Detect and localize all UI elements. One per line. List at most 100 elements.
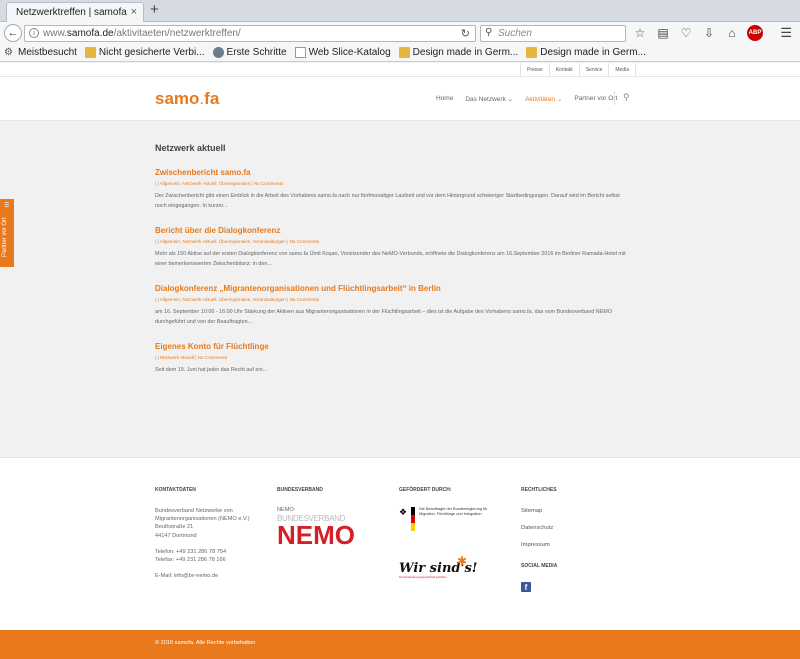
page-icon (294, 47, 306, 58)
post-title[interactable]: Dialogkonferenz „Migrantenorganisationen… (155, 284, 627, 293)
partner-vor-ort-sidetab[interactable]: ☰ Partner vor Ort (0, 199, 14, 267)
address-line: 44147 Dortmund (155, 532, 197, 539)
menu-icon[interactable]: ☰ (780, 25, 792, 41)
footer-rechtliches: RECHTLICHES Sitemap Datenschutz Impressu… (521, 487, 621, 595)
site-logo[interactable]: samo.fa (155, 89, 219, 109)
list-icon: ☰ (4, 203, 10, 209)
toplink-kontakt[interactable]: Kontakt (548, 63, 579, 77)
nav-home[interactable]: Home (436, 95, 453, 103)
bookmark-item[interactable]: Design made in Germ... (526, 47, 646, 58)
pocket-icon[interactable]: ♡ (678, 25, 694, 41)
browser-tab[interactable]: Netzwerktreffen | samofa × (6, 2, 144, 22)
contact-email[interactable]: E-Mail: info@bv-nemo.de (155, 572, 265, 580)
reload-icon[interactable]: ↻ (461, 27, 470, 40)
main-nav: Home Das Netzwerk ⌄ Aktivitäten ⌄ Partne… (436, 95, 617, 103)
bookmark-label: Nicht gesicherte Verbi... (98, 47, 205, 58)
url-prefix: www. (43, 28, 67, 39)
bookmark-item[interactable]: Design made in Germ... (398, 47, 519, 58)
folder-icon (84, 47, 96, 58)
bookmark-label: Web Slice-Katalog (308, 47, 391, 58)
post-item: Zwischenbericht samo.fa | | Allgemein, N… (155, 168, 627, 211)
bookmark-label: Meistbesucht (18, 47, 77, 58)
url-domain: samofa.de (66, 28, 114, 39)
post-meta[interactable]: | | Netzwerk Aktuell | No Comments (155, 355, 627, 360)
top-utility-bar: Presse Kontakt Service Media (0, 63, 800, 77)
post-excerpt: Der Zwischenbericht gibt einen Einblick … (155, 193, 620, 209)
post-meta[interactable]: | | Allgemein, Netzwerk Aktuell, Überreg… (155, 239, 627, 244)
bookmark-star-icon[interactable]: ☆ (632, 25, 648, 41)
logo-text-end: fa (204, 89, 220, 108)
home-icon[interactable]: ⌂ (724, 25, 740, 41)
bookmark-item[interactable]: ⚙ Meistbesucht (4, 47, 77, 58)
tab-title: Netzwerktreffen | samofa (16, 7, 127, 18)
address-line: Beuthstraße 21 (155, 524, 194, 531)
browser-tab-bar: Netzwerktreffen | samofa × + (0, 0, 800, 22)
post-item: Bericht über die Dialogkonferenz | | All… (155, 226, 627, 269)
search-icon: ⚲ (485, 27, 493, 38)
nav-das-netzwerk[interactable]: Das Netzwerk ⌄ (465, 95, 513, 103)
reader-icon[interactable]: ▤ (655, 25, 671, 41)
post-meta[interactable]: | | Allgemein, Netzwerk Aktuell, Überreg… (155, 181, 627, 186)
footer-heading: RECHTLICHES (521, 487, 557, 493)
new-tab-button[interactable]: + (150, 2, 159, 18)
nav-aktivitaeten[interactable]: Aktivitäten ⌄ (525, 95, 562, 103)
integrationsbeauftragte-logo[interactable]: ❖ Die Beauftragte der Bundesregierung fü… (399, 507, 499, 531)
nav-divider (614, 91, 615, 105)
asterisk-icon: ✱ (457, 554, 468, 568)
footer-gefoerdert: GEFÖRDERT DURCH: ❖ Die Beauftragte der B… (399, 487, 499, 579)
footer-link-impressum[interactable]: Impressum (521, 541, 621, 549)
adblock-icon[interactable]: ABP (747, 25, 763, 41)
footer-link-datenschutz[interactable]: Datenschutz (521, 524, 621, 532)
footer-kontakt: KONTAKTDATEN Bundesverband Netzwerke von… (155, 487, 265, 580)
footer-heading: SOCIAL MEDIA (521, 563, 558, 569)
facebook-icon[interactable]: f (521, 582, 531, 592)
post-meta[interactable]: | | Allgemein, Netzwerk Aktuell, Überreg… (155, 297, 627, 302)
contact-address: Bundesverband Netzwerke von Migrantenorg… (155, 507, 265, 580)
logo-text: samo (155, 89, 200, 108)
footer-heading: GEFÖRDERT DURCH: (399, 487, 452, 493)
wir-sinds-logo[interactable]: Wir sind's! ✱ Die Einwanderungsgesellsch… (399, 554, 499, 579)
info-icon[interactable]: i (29, 28, 39, 38)
logo-caption: Die Beauftragte der Bundesregierung für … (419, 507, 488, 516)
copyright-text: © 2016 samofa. Alle Rechte vorbehalten (155, 640, 256, 646)
bookmark-label: Design made in Germ... (412, 47, 519, 58)
folder-icon (398, 47, 410, 58)
post-item: Eigenes Konto für Flüchtlinge | | Netzwe… (155, 342, 627, 376)
toplink-media[interactable]: Media (608, 63, 636, 77)
bookmark-item[interactable]: Nicht gesicherte Verbi... (84, 47, 205, 58)
bookmark-item[interactable]: Erste Schritte (212, 47, 287, 58)
site-search-icon[interactable]: ⚲ (623, 92, 630, 103)
post-title[interactable]: Eigenes Konto für Flüchtlinge (155, 342, 627, 351)
post-title[interactable]: Zwischenbericht samo.fa (155, 168, 627, 177)
globe-icon (212, 47, 224, 58)
nemo-logo[interactable]: BUNDESVERBAND NEMO (277, 514, 377, 550)
folder-icon (526, 47, 538, 58)
url-bar[interactable]: i www.samofa.de/aktivitaeten/netzwerktre… (24, 25, 476, 42)
toplink-presse[interactable]: Presse (520, 63, 549, 77)
copyright-bar: © 2016 samofa. Alle Rechte vorbehalten (0, 630, 800, 659)
gear-icon: ⚙ (4, 47, 13, 58)
bookmark-label: Design made in Germ... (540, 47, 646, 58)
wir-sinds-subtitle: Die Einwanderungsgesellschaft gestalten (399, 576, 447, 579)
wir-sinds-text: Wir sind's! (399, 561, 478, 576)
bookmark-item[interactable]: Web Slice-Katalog (294, 47, 391, 58)
close-tab-icon[interactable]: × (131, 6, 137, 18)
main-content: Netzwerk aktuell Zwischenbericht samo.fa… (155, 143, 627, 391)
bookmark-label: Erste Schritte (226, 47, 287, 58)
toplink-service[interactable]: Service (578, 63, 609, 77)
footer-link-sitemap[interactable]: Sitemap (521, 507, 621, 515)
site-header: samo.fa Home Das Netzwerk ⌄ Aktivitäten … (0, 77, 800, 121)
toolbar-icons: ☆ ▤ ♡ ⇩ ⌂ ABP (632, 24, 763, 42)
nav-partner-vor-ort[interactable]: Partner vor Ort (574, 95, 617, 103)
footer-heading: KONTAKTDATEN (155, 487, 196, 493)
nemo-logo-text: NEMO (277, 520, 355, 550)
page-title: Netzwerk aktuell (155, 143, 226, 153)
utility-links: Presse Kontakt Service Media (520, 63, 636, 77)
back-icon[interactable]: ← (4, 24, 22, 42)
search-input[interactable]: ⚲ Suchen (480, 25, 626, 42)
post-title[interactable]: Bericht über die Dialogkonferenz (155, 226, 627, 235)
download-icon[interactable]: ⇩ (701, 25, 717, 41)
footer-heading: BUNDESVERBAND (277, 487, 323, 493)
